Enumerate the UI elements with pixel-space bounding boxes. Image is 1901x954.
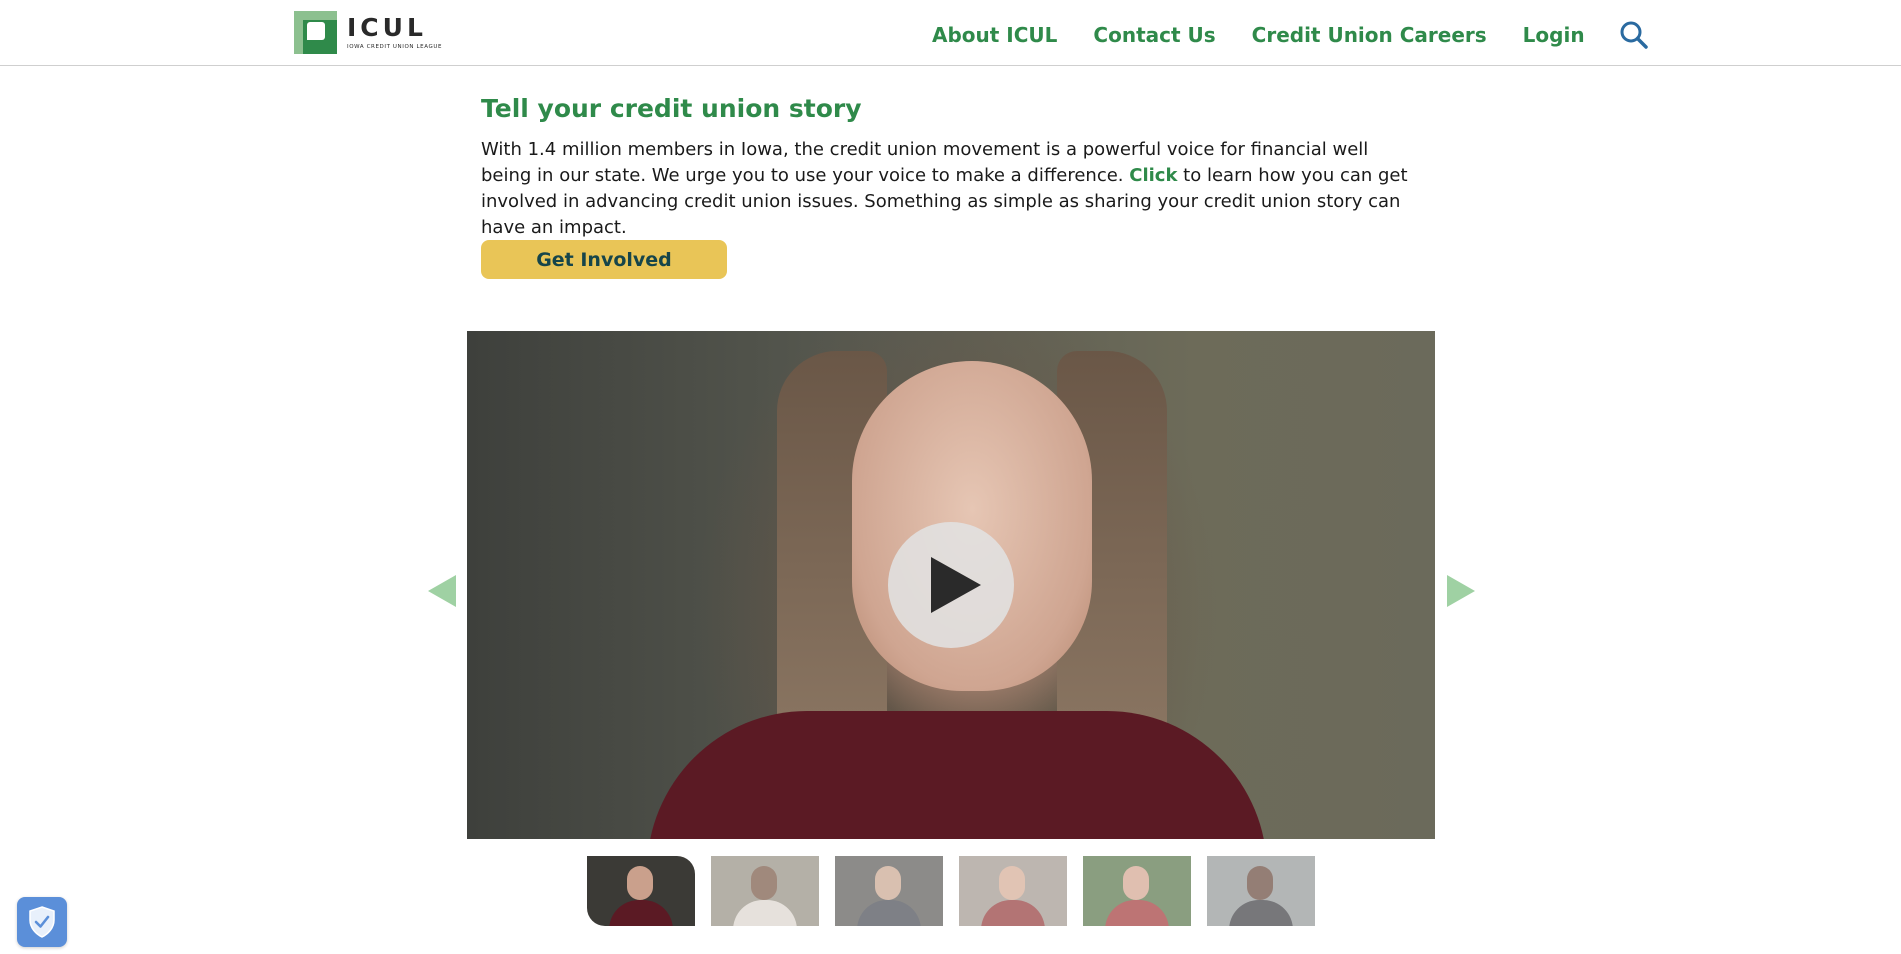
play-button[interactable] xyxy=(888,522,1014,648)
logo-text: ICUL IOWA CREDIT UNION LEAGUE xyxy=(347,12,443,50)
play-icon xyxy=(931,557,981,613)
video-thumbnail[interactable] xyxy=(835,856,943,926)
search-icon[interactable] xyxy=(1619,20,1649,50)
nav-contact-us[interactable]: Contact Us xyxy=(1093,23,1215,47)
get-involved-button[interactable]: Get Involved xyxy=(481,240,727,279)
thumbnail-face xyxy=(751,866,777,900)
carousel-prev-button[interactable] xyxy=(428,575,456,607)
video-thumbnail[interactable] xyxy=(587,856,695,926)
arrow-right-icon xyxy=(1447,575,1475,607)
story-title: Tell your credit union story xyxy=(481,94,862,123)
logo-mark-icon xyxy=(294,10,337,54)
carousel-next-button[interactable] xyxy=(1447,575,1475,607)
logo-tagline: IOWA CREDIT UNION LEAGUE xyxy=(347,43,443,50)
video-thumbnail[interactable] xyxy=(711,856,819,926)
thumbnail-face xyxy=(627,866,653,900)
thumbnail-body xyxy=(981,900,1045,926)
story-section: Tell your credit union story With 1.4 mi… xyxy=(481,94,1421,241)
thumbnail-face xyxy=(1247,866,1273,900)
video-thumbnail[interactable] xyxy=(1083,856,1191,926)
shield-check-icon xyxy=(29,906,55,938)
thumbnail-body xyxy=(733,900,797,926)
thumbnail-face xyxy=(1123,866,1149,900)
thumbnail-body xyxy=(1105,900,1169,926)
nav-login[interactable]: Login xyxy=(1523,23,1585,47)
thumbnail-face xyxy=(875,866,901,900)
privacy-settings-button[interactable] xyxy=(17,897,67,947)
story-click-link[interactable]: Click xyxy=(1129,165,1177,186)
thumbnail-body xyxy=(857,900,921,926)
thumbnail-body xyxy=(1229,900,1293,926)
thumbnail-body xyxy=(609,900,673,926)
thumbnail-face xyxy=(999,866,1025,900)
arrow-left-icon xyxy=(428,575,456,607)
nav-about-icul[interactable]: About ICUL xyxy=(932,23,1057,47)
site-header: ICUL IOWA CREDIT UNION LEAGUE About ICUL… xyxy=(0,0,1901,66)
video-frame-shirt xyxy=(647,711,1267,839)
main-nav: About ICUL Contact Us Credit Union Caree… xyxy=(932,20,1649,50)
nav-credit-union-careers[interactable]: Credit Union Careers xyxy=(1252,23,1487,47)
story-body: With 1.4 million members in Iowa, the cr… xyxy=(481,137,1411,241)
video-thumbnail[interactable] xyxy=(1207,856,1315,926)
video-thumbnail[interactable] xyxy=(959,856,1067,926)
video-thumbnails xyxy=(587,856,1315,926)
logo-name: ICUL xyxy=(347,12,427,42)
icul-logo[interactable]: ICUL IOWA CREDIT UNION LEAGUE xyxy=(294,10,442,54)
